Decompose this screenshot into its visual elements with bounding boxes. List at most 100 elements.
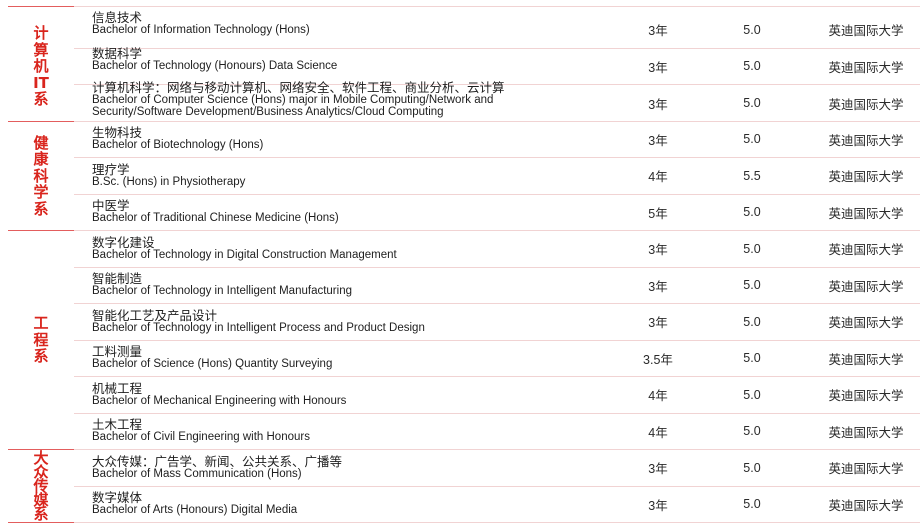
program-name-en: Bachelor of Mechanical Engineering with … [92,394,347,407]
program-cell: 工料测量 Bachelor of Science (Hons) Quantity… [74,341,610,377]
table-row: 数据科学 Bachelor of Technology (Honours) Da… [74,48,920,85]
department-group: 大众传媒系 大众传媒：广告学、新闻、公共关系、广播等 Bachelor of M… [8,450,920,523]
ielts-score-cell: 5.0 [743,241,761,256]
program-name-cn: 智能化工艺及产品设计 [92,308,218,323]
program-cell: 中医学 Bachelor of Traditional Chinese Medi… [74,195,610,231]
program-name-en: Bachelor of Civil Engineering with Honou… [92,431,310,443]
duration-cell: 3年 [648,316,668,331]
duration-cell: 3年 [648,133,668,148]
department-group: 计算机IT系 信息技术 Bachelor of Information Tech… [8,11,920,122]
program-table: 计算机IT系 信息技术 Bachelor of Information Tech… [8,11,920,523]
program-cell: 生物科技 Bachelor of Biotechnology (Hons) [74,122,610,158]
ielts-score-cell: 5.0 [743,497,761,512]
program-name-en: Bachelor of Traditional Chinese Medicine… [92,212,339,224]
duration-cell: 3年 [648,243,668,258]
department-cell: 计算机IT系 [8,12,74,122]
program-cell: 智能制造 Bachelor of Technology in Intellige… [74,268,610,304]
table-row: 土木工程 Bachelor of Civil Engineering with … [74,414,920,450]
program-cell: 信息技术 Bachelor of Information Technology … [74,6,610,42]
department-cell: 健康科学系 [8,122,74,231]
program-name-cn: 数字化建设 [92,235,155,250]
university-cell: 英迪国际大学 [828,24,904,39]
university-cell: 英迪国际大学 [828,243,904,258]
program-rows: 大众传媒：广告学、新闻、公共关系、广播等 Bachelor of Mass Co… [74,450,920,523]
program-cell: 理疗学 B.Sc. (Hons) in Physiotherapy [74,158,610,194]
table-row: 数字化建设 Bachelor of Technology in Digital … [74,231,920,268]
ielts-score-cell: 5.0 [743,424,761,439]
ielts-score-cell: 5.5 [743,168,761,183]
department-label-engineering: 工程系 [33,314,49,366]
program-name-en: Bachelor of Arts (Honours) Digital Media [92,504,298,516]
program-name-en: B.Sc. (Hons) in Physiotherapy [92,175,246,188]
table-row: 中医学 Bachelor of Traditional Chinese Medi… [74,195,920,231]
university-cell: 英迪国际大学 [828,133,904,148]
table-row: 计算机科学：网络与移动计算机、网络安全、软件工程、商业分析、云计算 Bachel… [74,82,920,122]
program-name-cn: 机械工程 [92,381,143,396]
university-cell: 英迪国际大学 [828,425,904,440]
program-name-cn: 理疗学 [92,162,130,177]
table-row: 大众传媒：广告学、新闻、公共关系、广播等 Bachelor of Mass Co… [74,450,920,487]
ielts-score-cell: 5.0 [743,351,761,366]
ielts-score-cell: 5.0 [743,314,761,329]
ielts-score-cell: 5.0 [743,205,761,220]
program-cell: 数字媒体 Bachelor of Arts (Honours) Digital … [74,487,610,523]
department-cell: 大众传媒系 [8,450,74,523]
department-label-mass-media: 大众传媒系 [33,449,49,523]
ielts-score-cell: 5.0 [743,96,761,110]
department-cell: 工程系 [8,231,74,450]
duration-cell: 3年 [648,462,668,477]
university-cell: 英迪国际大学 [828,498,904,513]
ielts-score-cell: 5.0 [743,460,761,475]
university-cell: 英迪国际大学 [828,316,904,331]
table-row: 机械工程 Bachelor of Mechanical Engineering … [74,377,920,414]
table-row: 理疗学 B.Sc. (Hons) in Physiotherapy 4年 5.5… [74,158,920,195]
table-row: 数字媒体 Bachelor of Arts (Honours) Digital … [74,487,920,523]
table-row: 工料测量 Bachelor of Science (Hons) Quantity… [74,341,920,377]
university-cell: 英迪国际大学 [828,279,904,294]
duration-cell: 3年 [648,279,668,294]
program-name-en: Bachelor of Biotechnology (Hons) [92,139,264,151]
program-name-en: Bachelor of Computer Science (Hons) majo… [92,94,494,118]
program-rows: 数字化建设 Bachelor of Technology in Digital … [74,231,920,450]
table-row: 生物科技 Bachelor of Biotechnology (Hons) 3年… [74,122,920,158]
department-group: 健康科学系 生物科技 Bachelor of Biotechnology (Ho… [8,122,920,231]
university-cell: 英迪国际大学 [828,352,904,367]
department-label-health-science: 健康科学系 [33,133,49,218]
program-rows: 生物科技 Bachelor of Biotechnology (Hons) 3年… [74,122,920,231]
duration-cell: 3年 [648,24,668,39]
program-name-en: Bachelor of Technology (Honours) Data Sc… [92,60,338,72]
duration-cell: 3年 [648,60,668,75]
program-name-en: Bachelor of Information Technology (Hons… [92,23,310,36]
duration-cell: 3年 [648,97,668,112]
university-cell: 英迪国际大学 [828,462,904,477]
table-row: 智能化工艺及产品设计 Bachelor of Technology in Int… [74,304,920,341]
department-group: 工程系 数字化建设 Bachelor of Technology in Digi… [8,231,920,450]
program-rows: 信息技术 Bachelor of Information Technology … [74,11,920,122]
table-row: 智能制造 Bachelor of Technology in Intellige… [74,268,920,304]
program-name-cn: 数据科学 [92,47,143,61]
university-cell: 英迪国际大学 [828,97,904,112]
program-cell: 土木工程 Bachelor of Civil Engineering with … [74,414,610,450]
program-cell: 智能化工艺及产品设计 Bachelor of Technology in Int… [74,304,610,340]
top-divider-left [8,6,74,7]
program-cell: 计算机科学：网络与移动计算机、网络安全、软件工程、商业分析、云计算 Bachel… [74,82,610,118]
duration-cell: 3年 [648,498,668,513]
ielts-score-cell: 5.0 [743,278,761,293]
program-name-en: Bachelor of Technology in Intelligent Pr… [92,321,425,334]
program-cell: 数据科学 Bachelor of Technology (Honours) Da… [74,43,610,79]
university-cell: 英迪国际大学 [828,389,904,404]
department-label-computing-it: 计算机IT系 [33,24,49,108]
program-name-en: Bachelor of Technology in Intelligent Ma… [92,285,352,297]
duration-cell: 3.5年 [643,352,673,367]
university-cell: 英迪国际大学 [828,170,904,185]
university-cell: 英迪国际大学 [828,60,904,75]
program-name-cn: 大众传媒：广告学、新闻、公共关系、广播等 [92,454,343,469]
program-cell: 机械工程 Bachelor of Mechanical Engineering … [74,377,610,413]
program-name-cn: 信息技术 [92,10,143,25]
program-name-en: Bachelor of Science (Hons) Quantity Surv… [92,358,333,370]
ielts-score-cell: 5.0 [743,132,761,147]
duration-cell: 4年 [648,170,668,185]
program-cell: 大众传媒：广告学、新闻、公共关系、广播等 Bachelor of Mass Co… [74,450,610,486]
program-name-en: Bachelor of Mass Communication (Hons) [92,467,302,480]
university-cell: 英迪国际大学 [828,206,904,221]
